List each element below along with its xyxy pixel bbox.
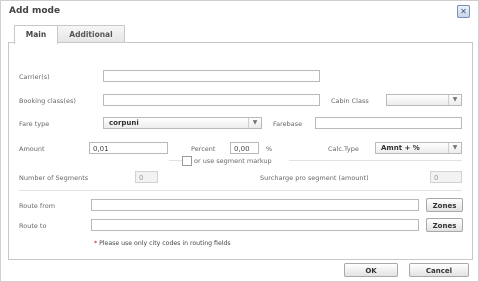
surcharge-label: Surcharge pro segment (amount)	[260, 174, 369, 182]
route-to-input[interactable]	[91, 219, 419, 231]
fare-type-label: Fare type	[19, 120, 50, 128]
cabin-class-label: Cabin Class	[331, 97, 369, 105]
num-segments-input[interactable]: 0	[135, 171, 158, 183]
percent-input[interactable]: 0,00	[230, 142, 259, 154]
cancel-button[interactable]: Cancel	[409, 263, 469, 277]
calc-type-label: Calc.Type	[328, 145, 359, 153]
segment-markup-checkbox[interactable]	[182, 156, 192, 166]
close-icon[interactable]: ✕	[457, 5, 470, 18]
routing-note-star: *	[94, 240, 98, 247]
booking-class-label: Booking class(es)	[19, 97, 76, 105]
fare-type-select[interactable]: corpuni ▼	[103, 117, 262, 129]
num-segments-label: Number of Segments	[19, 174, 89, 182]
ok-button[interactable]: OK	[344, 263, 398, 277]
percent-unit: %	[266, 145, 273, 153]
booking-class-input[interactable]	[103, 94, 320, 106]
tab-main-label: Main	[25, 30, 47, 39]
route-to-zones-button[interactable]: Zones	[426, 218, 463, 232]
percent-label: Percent	[191, 145, 216, 153]
chevron-down-icon: ▼	[248, 118, 261, 128]
divider	[19, 190, 462, 191]
calc-type-value: Amnt + %	[381, 144, 420, 152]
cabin-class-select[interactable]: ▼	[386, 94, 462, 106]
route-from-input[interactable]	[91, 199, 419, 211]
dialog-titlebar: Add mode ✕	[1, 1, 478, 21]
surcharge-input[interactable]: 0	[430, 171, 462, 183]
route-to-label: Route to	[19, 222, 47, 230]
routing-note-text: Please use only city codes in routing fi…	[99, 240, 231, 247]
routing-note: * Please use only city codes in routing …	[94, 240, 231, 247]
farebase-input[interactable]	[315, 117, 462, 129]
tab-main[interactable]: Main	[14, 25, 58, 44]
amount-input[interactable]: 0,01	[89, 142, 168, 154]
farebase-label: Farebase	[273, 120, 303, 128]
tab-additional-label: Additional	[69, 30, 113, 39]
carriers-input[interactable]	[103, 70, 320, 82]
calc-type-select[interactable]: Amnt + % ▼	[375, 142, 462, 154]
add-mode-dialog: Add mode ✕ Main Additional Carrier(s) Bo…	[0, 0, 479, 282]
dialog-title: Add mode	[9, 6, 61, 16]
segment-markup-label: or use segment markup	[194, 157, 272, 165]
divider	[169, 160, 183, 161]
chevron-down-icon: ▼	[448, 143, 461, 153]
route-from-zones-button[interactable]: Zones	[426, 198, 463, 212]
chevron-down-icon: ▼	[448, 95, 461, 105]
amount-label: Amount	[19, 145, 45, 153]
fare-type-value: corpuni	[109, 119, 139, 127]
tab-additional[interactable]: Additional	[57, 25, 125, 43]
main-tab-panel: Carrier(s) Booking class(es) Cabin Class…	[8, 42, 473, 260]
route-from-label: Route from	[19, 202, 56, 210]
carriers-label: Carrier(s)	[19, 73, 50, 81]
divider	[289, 160, 462, 161]
